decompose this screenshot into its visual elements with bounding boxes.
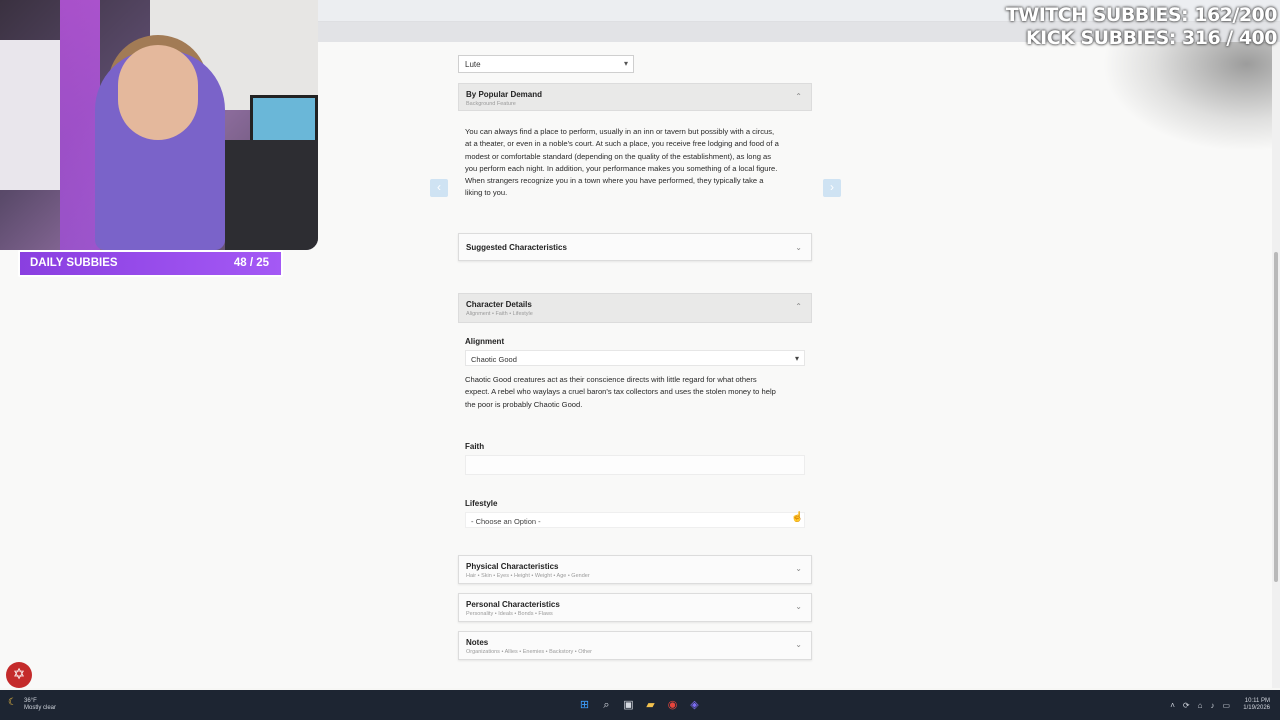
panel-title: Physical Characteristics (466, 562, 559, 571)
panel-title: By Popular Demand (466, 90, 543, 99)
lifestyle-select-value: - Choose an Option - (471, 517, 541, 526)
shelf-decoration (0, 40, 60, 190)
hand-cursor-icon: ☝ (791, 512, 804, 523)
physical-characteristics-header[interactable]: Physical Characteristics Hair • Skin • E… (458, 555, 812, 584)
text-line: When strangers recognize you in a town w… (465, 176, 764, 186)
character-details-header[interactable]: Character Details Alignment • Faith • Li… (458, 293, 812, 323)
taskbar-apps: ⊞ ⌕ ▣ ▰ ◉ ◈ (578, 699, 701, 712)
chair-decoration (225, 140, 318, 250)
personal-characteristics-header[interactable]: Personal Characteristics Personality • I… (458, 593, 812, 622)
text-line: modest or comfortable standard (dependin… (465, 151, 772, 161)
chevron-down-icon: ⌄ (795, 564, 802, 573)
alignment-select-value: Chaotic Good (471, 355, 517, 364)
chevron-up-icon[interactable]: ˄ (1170, 701, 1175, 710)
prev-arrow-button[interactable]: ‹ (430, 179, 448, 197)
task-view-icon[interactable]: ▣ (622, 699, 635, 712)
battery-icon[interactable]: ▭ (1222, 701, 1230, 710)
sync-icon[interactable]: ⟳ (1183, 701, 1190, 710)
scrollbar-thumb[interactable] (1274, 252, 1278, 582)
instrument-select-value: Lute (465, 60, 481, 69)
chevron-down-icon: ⌄ (795, 243, 802, 252)
kick-subbies-counter: KICK SUBBIES: 316 / 400 (1025, 27, 1278, 49)
instrument-select[interactable]: Lute ▾ (458, 55, 634, 73)
lifestyle-select[interactable]: - Choose an Option - (465, 512, 805, 528)
text-line: Chaotic Good creatures act as their cons… (465, 375, 757, 384)
panel-title: Character Details (466, 300, 532, 309)
hexagram-logo-icon[interactable]: ✡ (6, 662, 32, 688)
text-line: You can always find a place to perform, … (465, 127, 775, 136)
windows-start-icon[interactable]: ⊞ (578, 699, 591, 712)
lifestyle-label: Lifestyle (465, 499, 498, 508)
chevron-left-icon: ‹ (437, 180, 441, 194)
system-tray: ˄ ⟳ ⌂ ♪ ▭ (1170, 701, 1230, 710)
text-line: you perform each night. In addition, you… (465, 163, 778, 173)
faith-label: Faith (465, 442, 485, 451)
daily-subbies-count: 48 / 25 (233, 257, 269, 269)
ink-splash-decoration (1102, 42, 1272, 152)
twitch-subbies-counter: TWITCH SUBBIES: 162/200 (1005, 4, 1278, 26)
taskbar-clock[interactable]: 10:11 PM 1/19/2026 (1243, 698, 1270, 712)
moon-weather-icon: ☾ (8, 697, 17, 708)
chevron-down-icon: ▾ (794, 354, 799, 363)
text-line: liking to you. (465, 188, 508, 198)
weather-desc: Mostly clear (24, 705, 57, 711)
network-icon[interactable]: ⌂ (1198, 701, 1203, 710)
search-icon[interactable]: ⌕ (600, 699, 613, 712)
volume-icon[interactable]: ♪ (1210, 701, 1214, 710)
by-popular-demand-header[interactable]: By Popular Demand Background Feature ⌃ (458, 83, 812, 111)
page-scrollbar[interactable] (1272, 42, 1280, 688)
chevron-right-icon: › (830, 180, 834, 194)
notes-header[interactable]: Notes Organizations • Allies • Enemies •… (458, 631, 812, 660)
panel-title: Personal Characteristics (466, 600, 560, 609)
panel-title: Notes (466, 638, 489, 647)
chevron-down-icon: ⌄ (795, 640, 802, 649)
windows-taskbar: ☾ 36°F Mostly clear ⊞ ⌕ ▣ ▰ ◉ ◈ ˄ ⟳ ⌂ ♪ … (0, 690, 1280, 720)
file-explorer-icon[interactable]: ▰ (644, 699, 657, 712)
chevron-down-icon: ▾ (623, 59, 628, 68)
daily-subbies-label: DAILY SUBBIES (30, 257, 118, 269)
text-line: at a theater, or even in a noble's court… (465, 139, 779, 149)
by-popular-demand-text: You can always find a place to perform, … (465, 126, 810, 200)
panel-subtitle: Background Feature (466, 101, 516, 107)
discord-icon[interactable]: ◈ (688, 699, 701, 712)
text-line: the poor is probably Chaotic Good. (465, 399, 583, 409)
alignment-description: Chaotic Good creatures act as their cons… (465, 374, 810, 411)
clock-time: 10:11 PM (1244, 698, 1270, 704)
weather-temp: 36°F (24, 698, 37, 704)
faith-input[interactable] (465, 455, 805, 475)
alignment-select[interactable]: Chaotic Good ▾ (465, 350, 805, 366)
daily-subbies-bar: DAILY SUBBIES 48 / 25 (18, 250, 283, 277)
panel-subtitle: Hair • Skin • Eyes • Height • Weight • A… (466, 573, 590, 579)
panel-subtitle: Personality • Ideals • Bonds • Flaws (466, 611, 553, 617)
chrome-icon[interactable]: ◉ (666, 699, 679, 712)
weather-widget[interactable]: ☾ 36°F Mostly clear (8, 698, 56, 712)
clock-date: 1/19/2026 (1243, 705, 1270, 711)
webcam-feed (0, 0, 318, 250)
suggested-characteristics-header[interactable]: Suggested Characteristics ⌄ (458, 233, 812, 261)
alignment-label: Alignment (465, 337, 505, 346)
next-arrow-button[interactable]: › (823, 179, 841, 197)
chevron-up-icon: ⌃ (795, 302, 802, 311)
streamer-face (118, 45, 198, 140)
chevron-down-icon: ⌄ (795, 602, 802, 611)
led-light-decoration (60, 0, 100, 250)
chevron-up-icon: ⌃ (795, 92, 802, 101)
panel-subtitle: Alignment • Faith • Lifestyle (466, 311, 533, 317)
panel-title: Suggested Characteristics (466, 243, 567, 252)
text-line: expect. A rebel who waylays a cruel baro… (465, 387, 776, 397)
panel-subtitle: Organizations • Allies • Enemies • Backs… (466, 649, 593, 655)
